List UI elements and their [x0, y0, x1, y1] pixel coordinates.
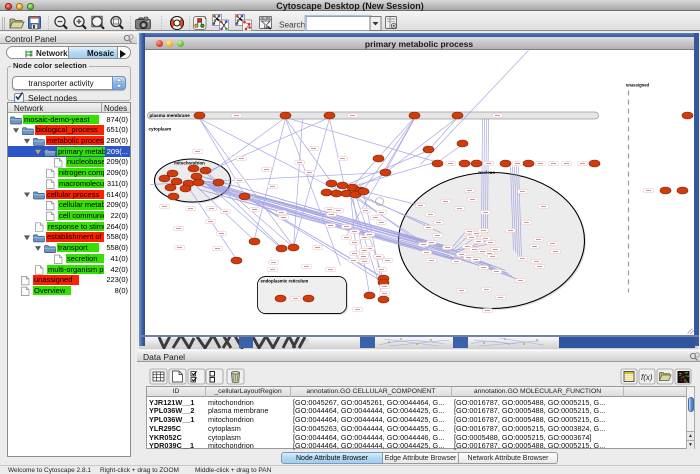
svg-text:nucleus: nucleus [478, 170, 495, 175]
svg-text:Search:: Search: [279, 19, 308, 29]
svg-text:plasma membrane: plasma membrane [149, 113, 190, 118]
svg-text:f(x): f(x) [641, 373, 653, 382]
svg-text:mitochondrion: mitochondrion [174, 160, 205, 165]
svg-text:unassigned: unassigned [625, 82, 649, 87]
svg-text:endoplasmic reticulum: endoplasmic reticulum [260, 278, 308, 283]
svg-text:cytoplasm: cytoplasm [148, 126, 171, 131]
